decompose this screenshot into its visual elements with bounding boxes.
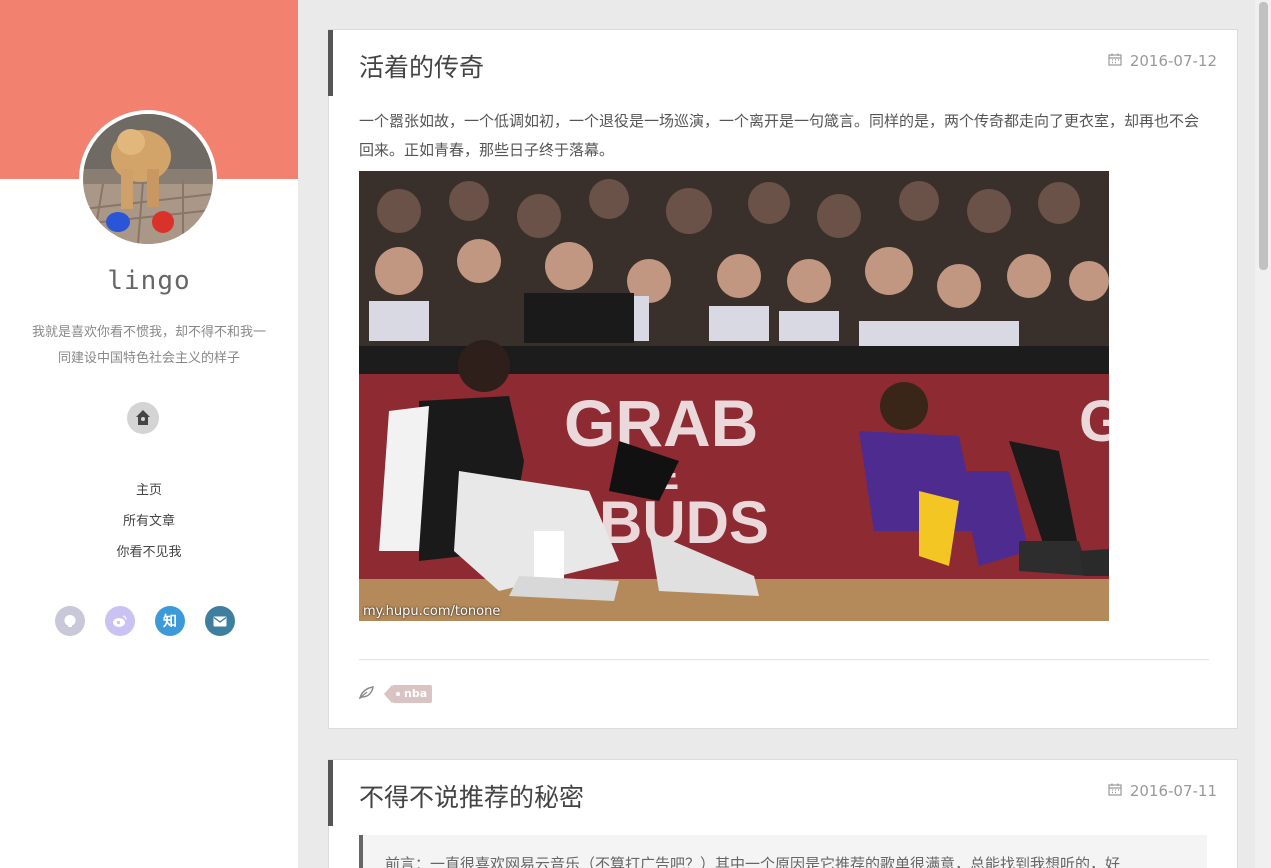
home-icon[interactable] bbox=[127, 402, 159, 434]
post-blockquote: 前言：一直很喜欢网易云音乐（不算打广告吧？）其中一个原因是它推荐的歌单很满意，总… bbox=[359, 835, 1207, 868]
svg-text:G: G bbox=[1079, 389, 1109, 454]
post-date-text: 2016-07-11 bbox=[1129, 782, 1217, 800]
post-image[interactable]: GRAB ME BUDS G my.hupu.com/tonone bbox=[359, 171, 1109, 621]
sidebar: lingo 我就是喜欢你看不惯我，却不得不和我一同建设中国特色社会主义的样子 主… bbox=[0, 0, 298, 868]
post-card: 活着的传奇 2016-07-12 一个嚣张如故，一个低调如初，一个退役是一场巡演… bbox=[328, 29, 1238, 729]
page-scrollbar[interactable] bbox=[1255, 0, 1271, 868]
post-accent-bar bbox=[328, 30, 333, 96]
leaf-icon bbox=[358, 684, 374, 703]
tag-nba[interactable]: nba bbox=[383, 684, 433, 703]
avatar-frame bbox=[79, 110, 217, 248]
post-title[interactable]: 活着的传奇 bbox=[359, 48, 484, 84]
mail-icon[interactable] bbox=[205, 606, 235, 636]
post-excerpt: 一个嚣张如故，一个低调如初，一个退役是一场巡演，一个离开是一句箴言。同样的是，两… bbox=[359, 112, 1200, 159]
site-name[interactable]: lingo bbox=[0, 266, 298, 296]
calendar-icon bbox=[1108, 782, 1122, 800]
post-card: 不得不说推荐的秘密 2016-07-11 前言：一直很喜欢网易云音乐（不算打广告… bbox=[328, 759, 1238, 868]
post-date-text: 2016-07-12 bbox=[1129, 52, 1217, 70]
svg-text:BUDS: BUDS bbox=[599, 489, 769, 556]
nav-item-home[interactable]: 主页 bbox=[0, 478, 298, 509]
weibo-icon[interactable] bbox=[105, 606, 135, 636]
avatar[interactable] bbox=[83, 114, 213, 244]
site-bio: 我就是喜欢你看不惯我，却不得不和我一同建设中国特色社会主义的样子 bbox=[31, 325, 266, 366]
post-title[interactable]: 不得不说推荐的秘密 bbox=[359, 778, 584, 814]
calendar-icon bbox=[1108, 52, 1122, 70]
svg-text:GRAB: GRAB bbox=[564, 386, 758, 460]
sidebar-nav: 主页 所有文章 你看不见我 bbox=[0, 478, 298, 571]
post-tags: nba bbox=[358, 684, 433, 703]
post-accent-bar bbox=[328, 760, 333, 826]
nav-item-all-posts[interactable]: 所有文章 bbox=[0, 509, 298, 540]
post-divider bbox=[359, 659, 1209, 660]
github-icon[interactable] bbox=[55, 606, 85, 636]
image-watermark: my.hupu.com/tonone bbox=[363, 604, 501, 619]
nav-item-hidden[interactable]: 你看不见我 bbox=[0, 540, 298, 571]
zhihu-icon[interactable]: 知 bbox=[155, 606, 185, 636]
post-quote-text: 前言：一直很喜欢网易云音乐（不算打广告吧？）其中一个原因是它推荐的歌单很满意，总… bbox=[385, 855, 1121, 868]
social-links: 知 bbox=[55, 606, 245, 636]
post-date: 2016-07-12 bbox=[1108, 52, 1217, 70]
post-date: 2016-07-11 bbox=[1108, 782, 1217, 800]
scrollbar-thumb[interactable] bbox=[1259, 2, 1268, 270]
